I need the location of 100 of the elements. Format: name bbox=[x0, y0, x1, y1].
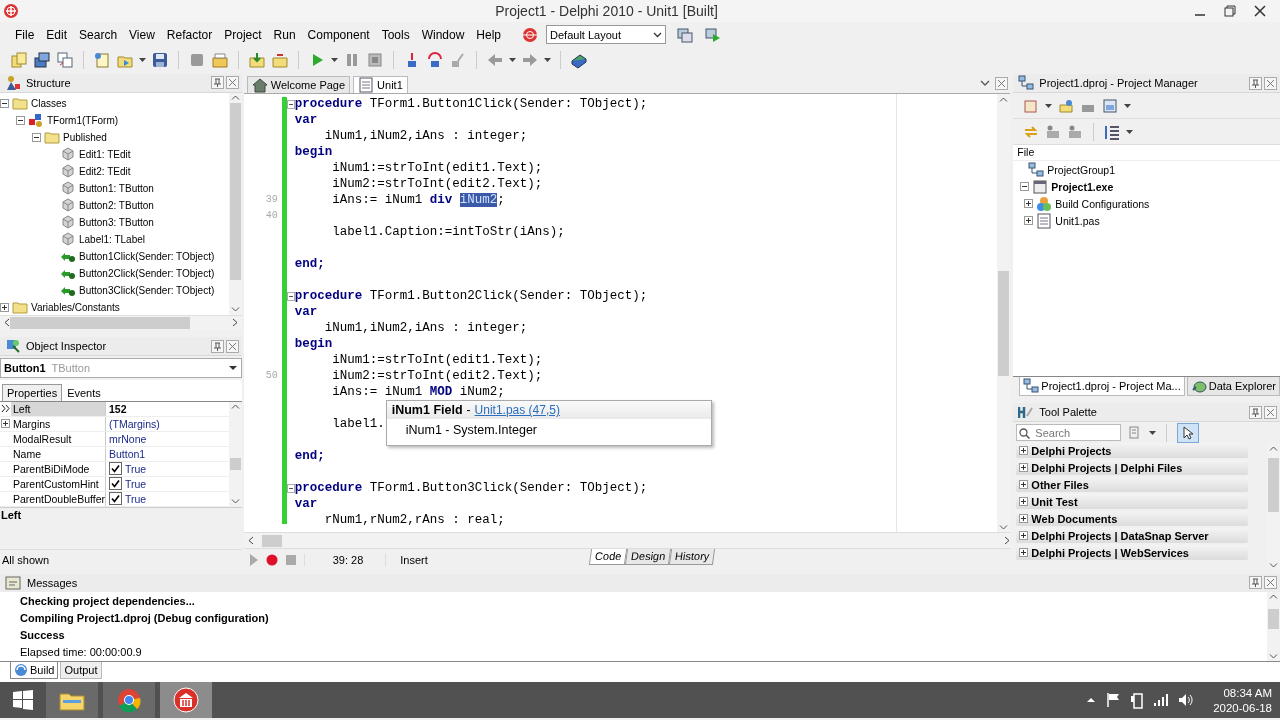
tree-item[interactable]: Edit2: TEdit bbox=[79, 165, 131, 177]
scroll-thumb[interactable] bbox=[261, 534, 282, 547]
tree-item[interactable]: Classes bbox=[31, 97, 67, 109]
inspector-tab[interactable]: Properties bbox=[2, 383, 63, 401]
tree-item[interactable]: Button3Click(Sender: TObject) bbox=[79, 284, 215, 296]
flag-icon[interactable] bbox=[1105, 692, 1122, 708]
tree-toggle[interactable] bbox=[1020, 182, 1030, 191]
palette-category[interactable]: Unit Test bbox=[1016, 494, 1249, 509]
scroll-up-icon[interactable] bbox=[1269, 445, 1278, 451]
pages-icon[interactable] bbox=[10, 50, 28, 69]
clock[interactable]: 08:34 AM 2020-06-18 bbox=[1213, 686, 1272, 714]
view-icon[interactable] bbox=[1102, 97, 1119, 114]
tree-item[interactable]: Label1: TLabel bbox=[79, 233, 145, 245]
scrollbar[interactable] bbox=[997, 94, 1011, 532]
run-icon[interactable] bbox=[249, 553, 258, 566]
step-over-icon[interactable] bbox=[426, 50, 444, 69]
tree-toggle[interactable] bbox=[32, 132, 41, 142]
stop-icon[interactable] bbox=[366, 50, 384, 69]
taskbar-app[interactable] bbox=[160, 682, 212, 718]
property-name[interactable]: ParentBiDiMode bbox=[11, 461, 106, 476]
tree-item[interactable]: Build Configurations bbox=[1055, 197, 1150, 210]
search-field[interactable]: Search bbox=[1016, 424, 1122, 441]
scroll-thumb[interactable] bbox=[229, 102, 241, 281]
checkbox[interactable] bbox=[109, 492, 122, 506]
record-icon[interactable] bbox=[265, 553, 278, 566]
menu-item[interactable]: Run bbox=[268, 25, 301, 44]
taskbar-app[interactable] bbox=[46, 682, 98, 718]
palette-category[interactable]: Delphi Projects | Delphi Files bbox=[1016, 460, 1249, 475]
palette-category[interactable]: Delphi Projects | WebServices bbox=[1016, 545, 1249, 560]
scroll-thumb[interactable] bbox=[1268, 609, 1279, 629]
property-name[interactable]: Margins bbox=[11, 416, 106, 431]
windows-logo-icon[interactable] bbox=[12, 689, 34, 711]
property-name[interactable]: ParentDoubleBuffer bbox=[11, 491, 106, 506]
scroll-up-icon[interactable] bbox=[999, 96, 1009, 102]
save-icon[interactable] bbox=[151, 50, 169, 69]
scrollbar[interactable] bbox=[228, 92, 242, 315]
pin-icon[interactable] bbox=[1249, 76, 1262, 90]
palette-category[interactable]: Delphi Projects bbox=[1016, 443, 1249, 458]
menu-item[interactable]: File bbox=[10, 25, 40, 44]
panel-tab[interactable]: Project1.dproj - Project Ma... bbox=[1019, 377, 1185, 396]
tree-toggle[interactable] bbox=[0, 98, 9, 108]
scroll-thumb[interactable] bbox=[229, 458, 241, 471]
tree-item[interactable]: Edit1: TEdit bbox=[79, 148, 131, 160]
property-value[interactable]: True bbox=[125, 492, 147, 505]
menu-item[interactable]: Tools bbox=[376, 25, 415, 44]
speaker-icon[interactable] bbox=[1178, 692, 1195, 708]
tree-item[interactable]: Button1: TButton bbox=[79, 182, 154, 194]
sync-icon[interactable] bbox=[1023, 123, 1040, 140]
property-value[interactable]: mrNone bbox=[109, 432, 147, 445]
swap-icon[interactable] bbox=[56, 50, 74, 69]
layout-save-icon[interactable] bbox=[676, 25, 695, 44]
windows-icon[interactable] bbox=[33, 50, 51, 69]
view-tab[interactable]: Design bbox=[625, 549, 672, 565]
property-name[interactable]: Name bbox=[11, 446, 106, 461]
object-selector[interactable]: Button1 TButton bbox=[0, 358, 242, 378]
hint-link[interactable]: Unit1.pas (47,5) bbox=[474, 403, 560, 417]
panel-tab[interactable]: Data Explorer bbox=[1186, 377, 1280, 396]
scroll-down-icon[interactable] bbox=[230, 499, 240, 505]
property-value[interactable]: 152 bbox=[109, 402, 127, 415]
messages-tab[interactable]: Output bbox=[60, 662, 102, 680]
tree-item[interactable]: Button3: TButton bbox=[79, 216, 154, 228]
palette-category[interactable]: Other Files bbox=[1016, 477, 1249, 492]
tree-item[interactable]: Variables/Constants bbox=[31, 301, 120, 313]
pin-icon[interactable] bbox=[210, 76, 224, 90]
add-file-icon[interactable] bbox=[248, 50, 266, 69]
scroll-up-icon[interactable] bbox=[1269, 594, 1278, 600]
tree-item[interactable]: ProjectGroup1 bbox=[1047, 163, 1116, 176]
pin-icon[interactable] bbox=[1249, 405, 1262, 419]
sort-icon[interactable] bbox=[1104, 123, 1121, 140]
tree-toggle[interactable] bbox=[16, 115, 25, 125]
scroll-down-icon[interactable] bbox=[1269, 562, 1278, 568]
expand-icon[interactable] bbox=[1045, 123, 1062, 140]
menu-item[interactable]: View bbox=[124, 25, 160, 44]
restore-icon[interactable] bbox=[1224, 5, 1236, 17]
tray-caret-icon[interactable] bbox=[1086, 695, 1097, 705]
tree-item[interactable]: Project1.exe bbox=[1051, 180, 1114, 193]
scroll-down-icon[interactable] bbox=[230, 307, 240, 313]
column-header[interactable]: File bbox=[1013, 145, 1280, 161]
property-value[interactable]: True bbox=[125, 477, 147, 490]
globe-icon[interactable] bbox=[522, 26, 539, 43]
tree-item[interactable]: Button1Click(Sender: TObject) bbox=[79, 250, 215, 262]
property-value[interactable]: Button1 bbox=[109, 447, 146, 460]
editor-tab[interactable]: Unit1 bbox=[353, 76, 408, 93]
fold-icon[interactable] bbox=[286, 99, 295, 109]
scrollbar[interactable] bbox=[1267, 591, 1280, 662]
property-name[interactable]: ModalResult bbox=[11, 431, 106, 446]
editor-tab[interactable]: Welcome Page bbox=[246, 76, 351, 93]
palette-category[interactable]: Web Documents bbox=[1016, 511, 1249, 526]
tree-item[interactable]: Button2Click(Sender: TObject) bbox=[79, 267, 215, 279]
menu-item[interactable]: Window bbox=[416, 25, 470, 44]
scroll-down-icon[interactable] bbox=[1269, 653, 1278, 659]
checkbox[interactable] bbox=[109, 462, 122, 476]
battery-icon[interactable] bbox=[1130, 691, 1145, 709]
property-value[interactable]: (TMargins) bbox=[109, 417, 160, 430]
inspector-tab[interactable]: Events bbox=[62, 383, 106, 401]
menu-item[interactable]: Search bbox=[74, 25, 123, 44]
view-tab[interactable]: Code bbox=[588, 549, 628, 565]
palette-category[interactable]: Delphi Projects | DataSnap Server bbox=[1016, 528, 1249, 543]
pin-icon[interactable] bbox=[210, 339, 224, 353]
scroll-up-icon[interactable] bbox=[230, 404, 240, 410]
